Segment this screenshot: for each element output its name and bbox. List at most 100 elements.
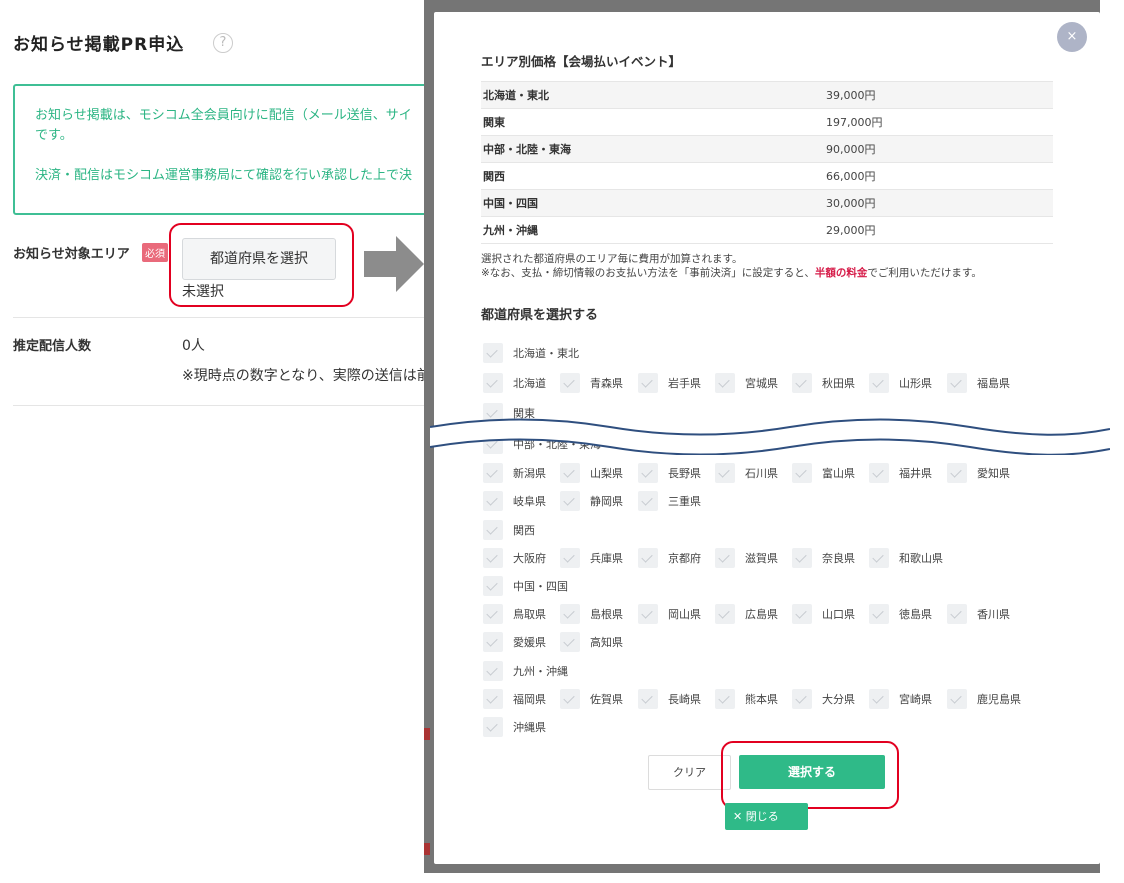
checkbox-prefecture[interactable]: 石川県	[715, 463, 778, 483]
checkbox-label: 北海道・東北	[513, 347, 579, 360]
checkbox-label: 福岡県	[513, 693, 546, 706]
check-icon	[483, 576, 503, 596]
check-icon	[947, 373, 967, 393]
checkbox-prefecture[interactable]: 山形県	[869, 373, 932, 393]
check-icon	[483, 548, 503, 568]
check-icon	[715, 463, 735, 483]
price-value: 29,000円	[826, 216, 1053, 244]
checkbox-region-hokkaido-tohoku[interactable]: 北海道・東北	[483, 343, 579, 363]
check-icon	[792, 604, 812, 624]
checkbox-prefecture[interactable]: 奈良県	[792, 548, 855, 568]
checkbox-prefecture[interactable]: 宮崎県	[869, 689, 932, 709]
checkbox-prefecture[interactable]: 広島県	[715, 604, 778, 624]
checkbox-prefecture[interactable]: 大阪府	[483, 548, 546, 568]
checkbox-region-kyushu-okinawa[interactable]: 九州・沖縄	[483, 661, 568, 681]
checkbox-prefecture[interactable]: 青森県	[560, 373, 623, 393]
checkbox-prefecture[interactable]: 京都府	[638, 548, 701, 568]
checkbox-label: 北海道	[513, 377, 546, 390]
checkbox-label: 宮城県	[745, 377, 778, 390]
checkbox-prefecture[interactable]: 高知県	[560, 632, 623, 652]
checkbox-prefecture[interactable]: 徳島県	[869, 604, 932, 624]
checkbox-prefecture[interactable]: 沖縄県	[483, 717, 546, 737]
checkbox-label: 関西	[513, 524, 535, 537]
checkbox-prefecture[interactable]: 和歌山県	[869, 548, 943, 568]
check-icon	[483, 632, 503, 652]
checkbox-prefecture[interactable]: 山口県	[792, 604, 855, 624]
ghost-element	[424, 843, 430, 855]
checkbox-prefecture[interactable]: 鹿児島県	[947, 689, 1021, 709]
notice-box: お知らせ掲載は、モシコム全会員向けに配信（メール送信、サイ です。 決済・配信は…	[13, 84, 453, 215]
table-row: 関東 197,000円	[481, 108, 1053, 136]
checkbox-prefecture[interactable]: 静岡県	[560, 491, 623, 511]
close-modal-button[interactable]: ✕ 閉じる	[725, 803, 808, 830]
right-arrow-icon	[364, 236, 424, 292]
checkbox-prefecture[interactable]: 富山県	[792, 463, 855, 483]
checkbox-prefecture[interactable]: 福井県	[869, 463, 932, 483]
checkbox-prefecture[interactable]: 鳥取県	[483, 604, 546, 624]
half-price-text: 半額の料金	[814, 267, 868, 279]
price-value: 30,000円	[826, 189, 1053, 217]
checkbox-label: 徳島県	[899, 608, 932, 621]
check-icon	[483, 661, 503, 681]
checkbox-prefecture[interactable]: 熊本県	[715, 689, 778, 709]
recipients-note: ※現時点の数字となり、実際の送信は前	[182, 368, 431, 384]
check-icon	[483, 343, 503, 363]
checkbox-label: 香川県	[977, 608, 1010, 621]
check-icon	[715, 689, 735, 709]
checkbox-prefecture[interactable]: 長崎県	[638, 689, 701, 709]
checkbox-prefecture[interactable]: 山梨県	[560, 463, 623, 483]
checkbox-prefecture[interactable]: 大分県	[792, 689, 855, 709]
help-icon[interactable]: ?	[213, 33, 233, 53]
checkbox-prefecture[interactable]: 島根県	[560, 604, 623, 624]
checkbox-label: 大阪府	[513, 552, 546, 565]
notice-text: お知らせ掲載は、モシコム全会員向けに配信（メール送信、サイ	[35, 108, 412, 123]
table-row: 九州・沖縄 29,000円	[481, 216, 1053, 244]
checkbox-prefecture[interactable]: 香川県	[947, 604, 1010, 624]
check-icon	[715, 548, 735, 568]
checkbox-prefecture[interactable]: 長野県	[638, 463, 701, 483]
check-icon	[560, 548, 580, 568]
price-note-line1: 選択された都道府県のエリア毎に費用が加算されます。	[481, 253, 743, 265]
clear-button[interactable]: クリア	[648, 755, 731, 790]
checkbox-region-chugoku-shikoku[interactable]: 中国・四国	[483, 576, 568, 596]
checkbox-prefecture[interactable]: 福岡県	[483, 689, 546, 709]
checkbox-prefecture[interactable]: 岡山県	[638, 604, 701, 624]
checkbox-prefecture[interactable]: 滋賀県	[715, 548, 778, 568]
checkbox-region-kansai[interactable]: 関西	[483, 520, 535, 540]
checkbox-label: 長崎県	[668, 693, 701, 706]
checkbox-label: 静岡県	[590, 495, 623, 508]
recipients-label: 推定配信人数	[13, 339, 92, 354]
checkbox-prefecture[interactable]: 宮城県	[715, 373, 778, 393]
checkbox-prefecture[interactable]: 佐賀県	[560, 689, 623, 709]
checkbox-prefecture[interactable]: 福島県	[947, 373, 1010, 393]
page-title: お知らせ掲載PR申込	[13, 35, 185, 55]
table-row: 北海道・東北 39,000円	[481, 81, 1053, 109]
required-badge: 必須	[142, 243, 168, 262]
check-icon	[560, 463, 580, 483]
checkbox-label: 宮崎県	[899, 693, 932, 706]
check-icon	[638, 604, 658, 624]
checkbox-prefecture[interactable]: 愛知県	[947, 463, 1010, 483]
checkbox-prefecture[interactable]: 三重県	[638, 491, 701, 511]
checkbox-prefecture[interactable]: 岩手県	[638, 373, 701, 393]
price-value: 39,000円	[826, 81, 1053, 109]
checkbox-label: 大分県	[822, 693, 855, 706]
checkbox-prefecture[interactable]: 秋田県	[792, 373, 855, 393]
notice-text-cont: です。	[35, 128, 73, 143]
price-note: 選択された都道府県のエリア毎に費用が加算されます。 ※なお、支払・締切情報のお支…	[481, 252, 982, 280]
checkbox-label: 熊本県	[745, 693, 778, 706]
check-icon	[483, 491, 503, 511]
checkbox-label: 京都府	[668, 552, 701, 565]
checkbox-label: 三重県	[668, 495, 701, 508]
select-title: 都道府県を選択する	[481, 308, 599, 323]
divider	[13, 405, 433, 406]
check-icon	[947, 463, 967, 483]
checkbox-prefecture[interactable]: 北海道	[483, 373, 546, 393]
checkbox-label: 高知県	[590, 636, 623, 649]
checkbox-prefecture[interactable]: 兵庫県	[560, 548, 623, 568]
close-icon[interactable]: ×	[1057, 22, 1087, 52]
checkbox-prefecture[interactable]: 新潟県	[483, 463, 546, 483]
checkbox-prefecture[interactable]: 岐阜県	[483, 491, 546, 511]
checkbox-prefecture[interactable]: 愛媛県	[483, 632, 546, 652]
note-text: でご利用いただけます。	[867, 267, 982, 279]
